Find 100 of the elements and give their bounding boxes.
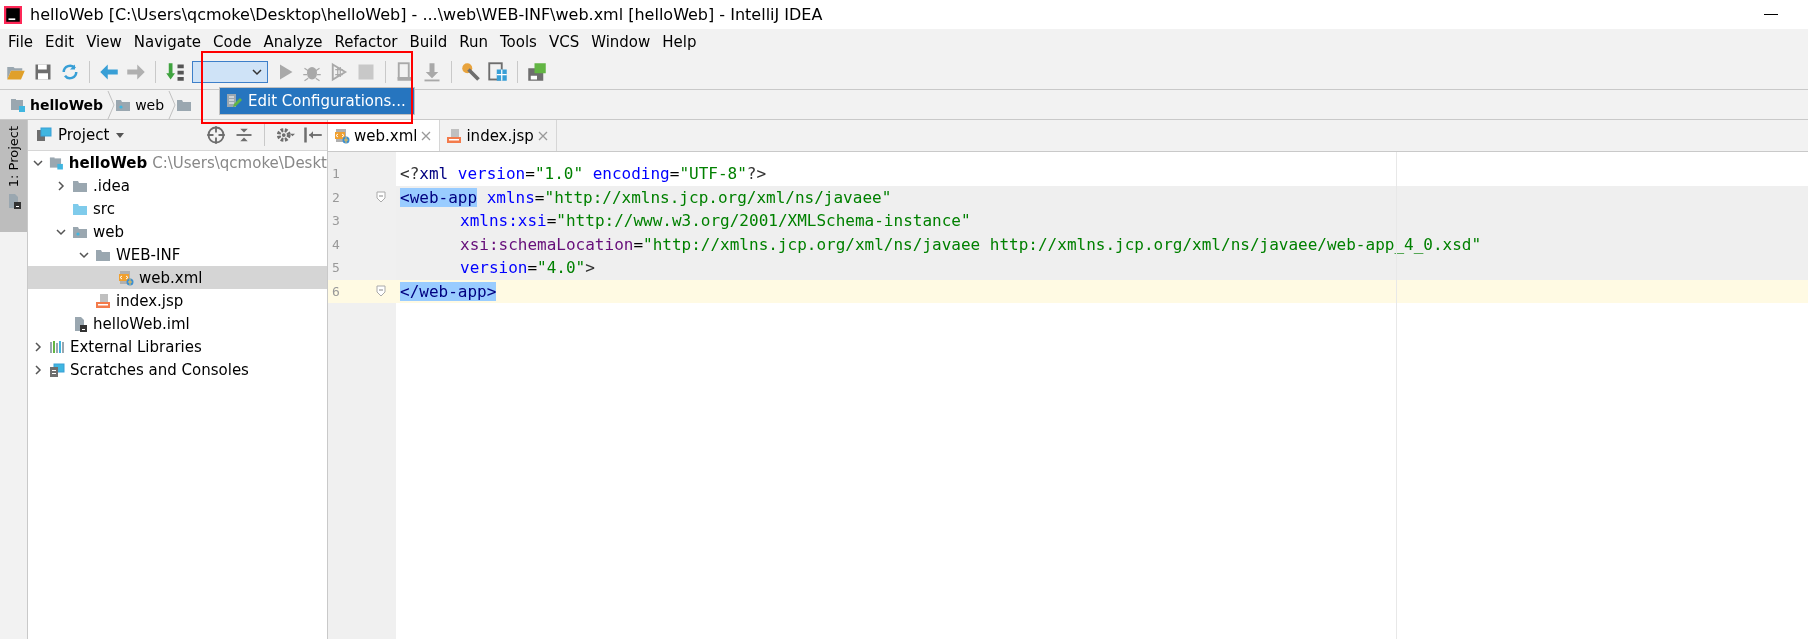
tree-item[interactable]: helloWeb C:\Users\qcmoke\Deskt [28,151,327,174]
menu-item[interactable]: Edit [39,33,81,51]
code-token: xml [419,164,449,184]
edit-configurations-icon [226,93,242,109]
tree-item-label: helloWeb [68,153,148,172]
close-icon[interactable] [537,130,548,141]
close-icon[interactable] [421,130,432,141]
line-number: 2 [331,189,341,205]
locate-icon[interactable] [206,125,226,145]
editor-tab[interactable]: web.xml [328,120,441,151]
menu-item[interactable]: Tools [493,33,543,51]
tree-item[interactable]: helloWeb.iml [28,312,327,335]
code-token: = [525,164,535,184]
code-token: ?> [746,164,767,184]
menu-item[interactable]: Analyze [257,33,329,51]
code-token: xsi:schemaLocation [460,234,634,254]
line-number: 5 [331,260,341,276]
settings-icon[interactable] [461,62,481,82]
tree-item-label: .idea [93,176,130,195]
code-token: version [456,164,526,184]
sync-icon[interactable] [60,62,80,82]
menu-item[interactable]: Edit Configurations... [220,88,414,114]
code-token: "1.0" [534,164,584,184]
project-structure-icon[interactable] [488,62,508,82]
fold-marker-icon[interactable] [376,285,386,298]
project-window-icon [36,127,52,143]
libraries-icon [49,338,65,355]
tree-item[interactable]: web [28,220,327,243]
tree-item-label: Scratches and Consoles [70,360,249,379]
tree-item[interactable]: External Libraries [28,335,327,358]
menu-item[interactable]: Window [585,33,657,51]
breadcrumb[interactable]: web [115,96,169,113]
tree-item-label: helloWeb.iml [93,314,190,333]
tree-item-label: web [93,222,125,241]
code-token: = [527,258,538,278]
menu-item[interactable]: Run [453,33,494,51]
run-configuration-dropdown[interactable] [192,61,268,83]
hide-panel-icon[interactable] [303,125,323,145]
dropdown-caret-icon[interactable] [115,131,126,139]
menu-item[interactable]: Code [207,33,258,51]
tree-item-label: WEB-INF [116,245,181,264]
path-hint: C:\Users\qcmoke\Deskt [152,153,327,172]
jsp-file-icon [95,292,111,309]
code-token: = [546,211,557,231]
tree-item[interactable]: .idea [28,174,327,197]
line-number: 3 [331,213,341,229]
save-icon[interactable] [33,62,53,82]
code-token: = [633,234,644,254]
module-folder-icon [49,154,64,171]
xml-file-icon [334,127,350,144]
menu-item[interactable]: View [80,33,128,51]
menu-item[interactable]: File [2,33,40,51]
fold-marker-icon[interactable] [376,191,386,204]
tree-item[interactable]: web.xml [28,266,327,289]
minimize-button[interactable] [1764,13,1778,16]
xml-file-icon [118,269,134,286]
tree-item[interactable]: WEB-INF [28,243,327,266]
line-number: 1 [331,166,341,182]
tree-item-label: index.jsp [116,291,184,310]
code-token: "http://xmlns.jcp.org/xml/ns/javaee http://xmlns.jcp.org/xml/ns/javaee/web-app_4_0.xsd" [643,234,1482,254]
line-number: 6 [331,283,341,299]
scratches-icon [49,361,65,378]
project-tool-tab[interactable]: 1: Project [0,120,27,232]
caret-icon [251,66,263,78]
module-file-icon [72,315,88,332]
tree-item-label: web.xml [139,268,203,287]
sdk-icon[interactable] [527,62,547,82]
code-token: </web-app> [400,281,497,301]
code-token: "http://xmlns.jcp.org/xml/ns/javaee" [544,187,892,207]
code-token: = [669,164,680,184]
code-token: <? [400,164,420,184]
tree-item[interactable]: Scratches and Consoles [28,358,327,381]
settings-icon[interactable] [275,125,295,145]
build-icon[interactable] [165,62,185,82]
code-token: version [460,258,528,278]
jsp-file-icon [446,127,463,144]
window-title: helloWeb [C:\Users\qcmoke\Desktop\helloWeb] - ...\web\WEB-INF\web.xml [helloWeb] - IntelliJ IDEA [30,5,823,24]
code-token: "UTF-8" [679,164,747,184]
code-token: encoding [591,164,670,184]
menu-item[interactable]: Build [403,33,454,51]
tree-item[interactable]: index.jsp [28,289,327,312]
back-arrow-icon[interactable] [99,62,119,82]
line-number: 4 [331,236,341,252]
code-token: = [534,187,545,207]
tree-item-label: External Libraries [70,337,202,356]
menu-item[interactable]: Navigate [127,33,208,51]
code-token: xmlns:xsi [460,211,547,231]
code-token: xmlns [485,187,535,207]
code-token: "4.0" [537,258,586,278]
menu-item[interactable]: VCS [542,33,586,51]
menu-item[interactable]: Help [656,33,703,51]
breadcrumb[interactable]: helloWeb [10,96,108,113]
app-logo-icon [4,5,22,24]
module-folder-icon [10,96,26,113]
panel-title[interactable]: Project [58,126,110,144]
tree-item-label: src [93,199,115,218]
code-token: > [585,258,595,278]
menu-item[interactable]: Refactor [328,33,404,51]
code-token: "http://www.w3.org/2001/XMLSchema-instance" [556,211,971,231]
tree-item[interactable]: src [28,197,327,220]
